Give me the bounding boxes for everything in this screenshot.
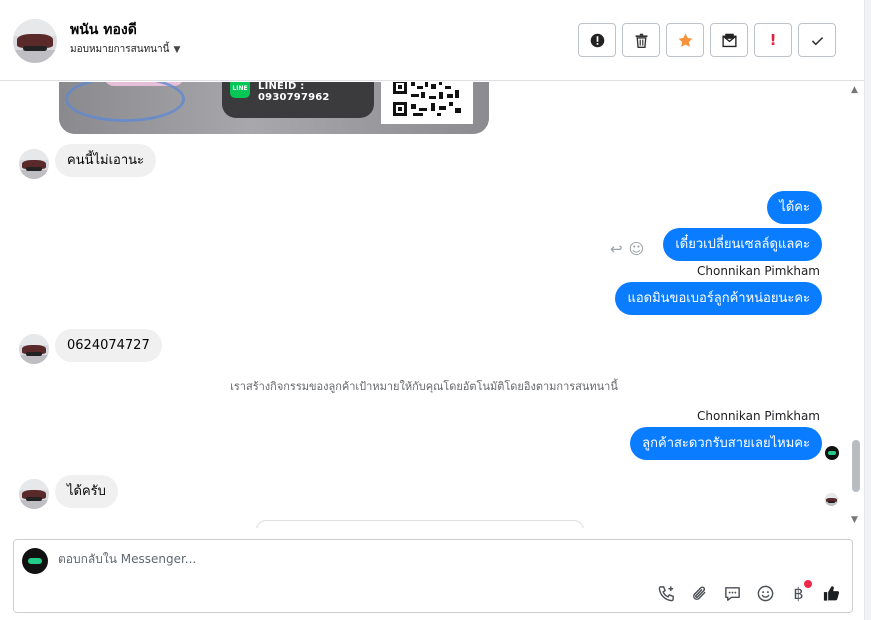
system-notice: เราสร้างกิจกรรมของลูกค้าเป้าหมายให้กับคุ…: [230, 380, 618, 393]
trash-icon: [635, 33, 647, 48]
follow-up-button[interactable]: !: [754, 23, 792, 57]
attach-button[interactable]: [689, 583, 710, 604]
phone-add-button[interactable]: [656, 583, 677, 604]
composer-toolbar: ฿: [656, 580, 842, 604]
incoming-message[interactable]: ได้ครับ: [55, 475, 118, 508]
line-id-text: LINEID : 0930797962: [258, 82, 330, 103]
seen-indicator-avatar: [825, 446, 839, 460]
contact-name[interactable]: พนัน ทองดี: [70, 19, 137, 41]
payment-button[interactable]: ฿: [788, 580, 812, 604]
baht-icon: ฿: [793, 584, 804, 603]
chat-bubble-icon: [725, 587, 740, 601]
sender-name: Chonnikan Pimkham: [697, 264, 820, 278]
messenger-conversation-panel: พนัน ทองดี มอบหมายการสนทนานี้ ▼ ! LINE L…: [0, 0, 871, 620]
scrollbar-thumb[interactable]: [852, 440, 860, 492]
outgoing-message[interactable]: เดี๋ยวเปลี่ยนเซลล์ดูแลคะ: [663, 228, 822, 261]
incoming-message[interactable]: คนนี้ไม่เอานะ: [55, 144, 156, 177]
scroll-up-arrow-icon[interactable]: ▲: [851, 85, 858, 95]
conversation-header: พนัน ทองดี มอบหมายการสนทนานี้ ▼ !: [0, 0, 864, 81]
alert-circle-icon: [590, 33, 604, 47]
assign-label: มอบหมายการสนทนานี้: [70, 44, 170, 55]
contact-avatar-small: [19, 149, 49, 179]
activity-card-edge[interactable]: [256, 520, 584, 528]
outgoing-message[interactable]: ลูกค้าสะดวกรับสายเลยไหมคะ: [630, 427, 822, 460]
saved-replies-button[interactable]: [722, 583, 743, 604]
reply-input[interactable]: [58, 552, 658, 566]
message-actions: ↩ ☺: [610, 240, 644, 258]
line-logo-icon: LINE: [230, 82, 250, 98]
qr-code-image: [381, 82, 473, 124]
contact-avatar-small: [19, 479, 49, 509]
emoji-button[interactable]: [755, 583, 776, 604]
page-edge: [864, 0, 871, 620]
page-avatar: [22, 548, 48, 574]
delete-button[interactable]: [622, 23, 660, 57]
read-receipt-avatar: [825, 493, 838, 506]
shared-image-attachment[interactable]: LINE LINEID : 0930797962: [59, 82, 489, 134]
header-toolbar: !: [578, 23, 836, 57]
thumbs-up-icon: [823, 586, 840, 601]
caret-down-icon: ▼: [173, 44, 181, 55]
outgoing-message[interactable]: แอดมินขอเบอร์ลูกค้าหน่อยนะคะ: [615, 282, 822, 315]
mail-envelope-icon: [721, 33, 737, 47]
contact-avatar[interactable]: [13, 19, 57, 63]
mark-done-button[interactable]: [798, 23, 836, 57]
message-composer: ฿: [13, 539, 853, 613]
sender-name: Chonnikan Pimkham: [697, 409, 820, 423]
reply-arrow-icon[interactable]: ↩: [610, 240, 623, 258]
assign-conversation-dropdown[interactable]: มอบหมายการสนทนานี้ ▼: [70, 42, 180, 57]
reaction-smiley-icon[interactable]: ☺: [629, 240, 645, 258]
exclamation-icon: !: [769, 31, 777, 49]
like-button[interactable]: [821, 583, 842, 604]
incoming-message[interactable]: 0624074727: [55, 329, 162, 362]
notification-dot: [804, 580, 812, 588]
star-icon: [678, 33, 692, 47]
mark-spam-button[interactable]: [578, 23, 616, 57]
star-button[interactable]: [666, 23, 704, 57]
smiley-icon: [757, 585, 774, 602]
contact-avatar-small: [19, 334, 49, 364]
phone-add-icon: [658, 586, 674, 602]
paperclip-icon: [693, 586, 706, 600]
check-icon: [811, 36, 823, 45]
scroll-down-arrow-icon[interactable]: ▼: [851, 515, 858, 525]
mark-unread-button[interactable]: [710, 23, 748, 57]
outgoing-message[interactable]: ได้คะ: [767, 191, 822, 224]
message-thread[interactable]: LINE LINEID : 0930797962 คนนี้ไม่เอานะ ไ…: [0, 82, 848, 528]
